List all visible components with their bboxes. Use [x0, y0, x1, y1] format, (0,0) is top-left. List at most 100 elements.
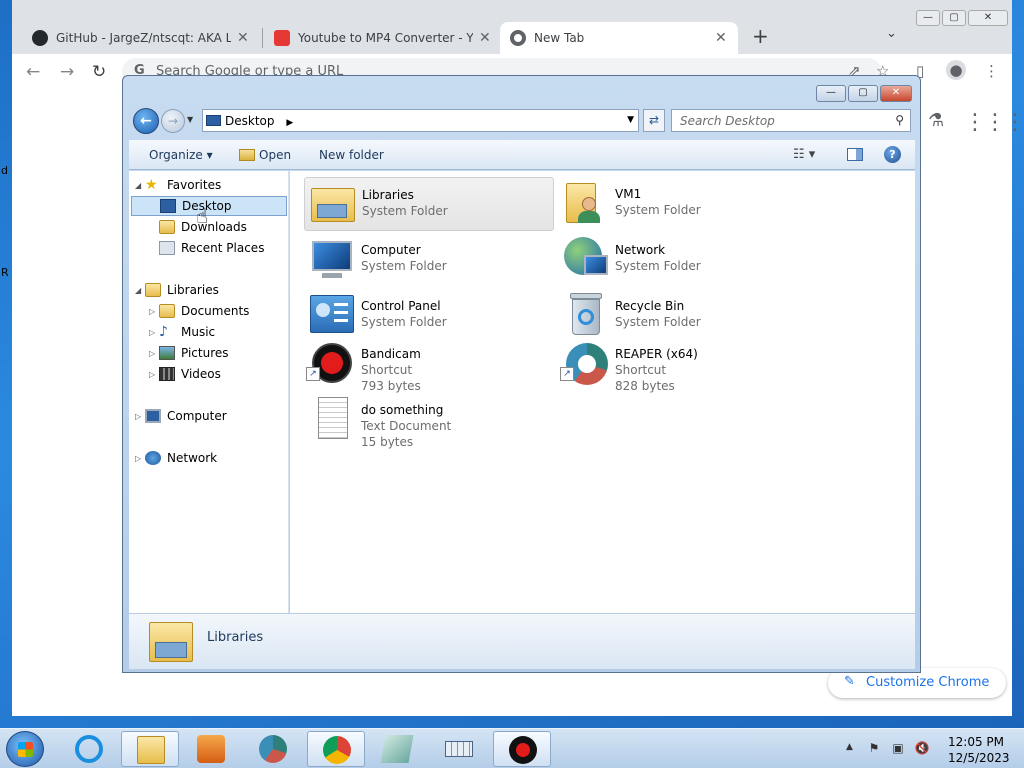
- file-type: Shortcut: [361, 363, 413, 377]
- organize-button[interactable]: Organize ▾: [149, 148, 213, 162]
- clock-time[interactable]: 12:05 PM: [948, 735, 1004, 749]
- nav-music[interactable]: ▷ ♪ Music: [149, 322, 215, 342]
- edge-fragment: d: [1, 164, 8, 177]
- new-tab-button[interactable]: +: [752, 24, 769, 48]
- new-folder-button[interactable]: New folder: [319, 148, 384, 162]
- back-button[interactable]: ←: [133, 108, 159, 134]
- expanded-arrow-icon[interactable]: ◢: [135, 181, 145, 190]
- maximize-button[interactable]: ▢: [848, 85, 878, 102]
- tab-y2mate[interactable]: Youtube to MP4 Converter - Y2m ✕: [264, 22, 501, 54]
- nav-videos[interactable]: ▷ Videos: [149, 364, 221, 384]
- nav-network[interactable]: ▷ Network: [135, 448, 217, 468]
- tab-github[interactable]: GitHub - JargeZ/ntscqt: AKA Line ✕: [22, 22, 259, 54]
- taskbar: ▲ ⚑ ▣ 🔇 12:05 PM 12/5/2023: [0, 728, 1024, 768]
- collapsed-arrow-icon[interactable]: ▷: [135, 454, 145, 463]
- collapsed-arrow-icon[interactable]: ▷: [135, 412, 145, 421]
- taskbar-internet-explorer[interactable]: [60, 731, 118, 767]
- nav-label: Documents: [181, 304, 250, 318]
- taskbar-notes-app[interactable]: [368, 731, 426, 767]
- file-item-libraries[interactable]: Libraries System Folder: [304, 177, 554, 231]
- pencil-icon: ✎: [844, 674, 855, 689]
- close-icon[interactable]: ✕: [237, 30, 249, 46]
- breadcrumb-arrow-icon[interactable]: ▶: [286, 118, 293, 128]
- file-type: System Folder: [361, 259, 447, 273]
- show-hidden-icons-arrow[interactable]: ▲: [846, 742, 853, 752]
- folder-icon: [137, 736, 165, 764]
- tab-title: GitHub - JargeZ/ntscqt: AKA Line: [56, 31, 231, 45]
- taskbar-bandicam[interactable]: [493, 731, 551, 767]
- search-icon: ⚲: [895, 113, 904, 127]
- open-button[interactable]: Open: [239, 148, 291, 162]
- help-icon[interactable]: ?: [884, 146, 901, 163]
- back-arrow-icon[interactable]: ←: [26, 62, 40, 82]
- tab-new-tab[interactable]: New Tab ✕: [500, 22, 738, 54]
- nav-computer[interactable]: ▷ Computer: [135, 406, 227, 426]
- forward-arrow-icon[interactable]: →: [60, 62, 74, 82]
- chrome-icon: [510, 30, 526, 46]
- user-folder-icon: [562, 179, 608, 225]
- action-center-flag-icon[interactable]: ⚑: [866, 741, 882, 757]
- taskbar-keyboard-app[interactable]: [430, 731, 488, 767]
- taskbar-reaper[interactable]: [244, 731, 302, 767]
- menu-kebab-icon[interactable]: ⋮: [984, 62, 999, 80]
- libraries-icon: [145, 283, 161, 297]
- clock-date[interactable]: 12/5/2023: [948, 751, 1010, 765]
- change-view-icon[interactable]: ☷ ▾: [793, 147, 815, 162]
- download-icon: [274, 30, 290, 46]
- tab-search-icon[interactable]: ⌄: [886, 26, 897, 41]
- collapsed-arrow-icon[interactable]: ▷: [149, 307, 159, 316]
- minimize-button[interactable]: —: [916, 10, 940, 26]
- address-dropdown-icon[interactable]: ▼: [627, 115, 634, 125]
- chrome-tab-strip: GitHub - JargeZ/ntscqt: AKA Line ✕ Youtu…: [12, 0, 1012, 54]
- file-item-control-panel[interactable]: Control Panel System Folder: [304, 289, 554, 343]
- file-item-recycle-bin[interactable]: Recycle Bin System Folder: [558, 289, 808, 343]
- nav-pictures[interactable]: ▷ Pictures: [149, 343, 229, 363]
- refresh-button[interactable]: ⇄: [643, 109, 665, 132]
- close-button[interactable]: ✕: [968, 10, 1008, 26]
- google-apps-icon[interactable]: ⋮⋮⋮: [964, 110, 1024, 135]
- taskbar-media-player[interactable]: [182, 731, 240, 767]
- nav-desktop[interactable]: Desktop: [131, 196, 287, 216]
- network-status-icon[interactable]: ▣: [890, 741, 906, 757]
- recent-pages-arrow-icon[interactable]: ▼: [187, 115, 193, 124]
- close-icon[interactable]: ✕: [715, 30, 727, 46]
- close-icon[interactable]: ✕: [479, 30, 491, 46]
- taskbar-chrome[interactable]: [307, 731, 365, 767]
- start-button[interactable]: [6, 731, 44, 767]
- file-size: 793 bytes: [361, 379, 421, 393]
- file-item-computer[interactable]: Computer System Folder: [304, 233, 554, 287]
- labs-flask-icon[interactable]: ⚗: [928, 110, 944, 131]
- file-item-reaper[interactable]: ↗ REAPER (x64) Shortcut 828 bytes: [558, 337, 808, 393]
- taskbar-file-explorer[interactable]: [121, 731, 179, 767]
- file-item-network[interactable]: Network System Folder: [558, 233, 808, 287]
- nav-documents[interactable]: ▷ Documents: [149, 301, 249, 321]
- expanded-arrow-icon[interactable]: ◢: [135, 286, 145, 295]
- close-button[interactable]: ✕: [880, 85, 912, 102]
- search-input[interactable]: Search Desktop ⚲: [671, 109, 911, 132]
- volume-muted-icon[interactable]: 🔇: [914, 741, 930, 757]
- file-item-bandicam[interactable]: ↗ Bandicam Shortcut 793 bytes: [304, 337, 554, 393]
- collapsed-arrow-icon[interactable]: ▷: [149, 349, 159, 358]
- nav-libraries[interactable]: ◢ Libraries: [135, 280, 219, 300]
- maximize-button[interactable]: ▢: [942, 10, 966, 26]
- reload-icon[interactable]: ↻: [92, 62, 106, 82]
- collapsed-arrow-icon[interactable]: ▷: [149, 328, 159, 337]
- command-bar: Organize ▾ Open New folder ☷ ▾ ?: [129, 140, 915, 170]
- internet-explorer-icon: [75, 735, 103, 763]
- chrome-icon: [323, 736, 351, 764]
- star-icon: ★: [145, 177, 158, 193]
- control-panel-icon: [308, 291, 354, 337]
- file-type: System Folder: [362, 204, 448, 218]
- collapsed-arrow-icon[interactable]: ▷: [149, 370, 159, 379]
- preview-pane-icon[interactable]: [847, 148, 863, 161]
- file-item-do-something[interactable]: do something Text Document 15 bytes: [304, 393, 554, 449]
- file-item-vm1[interactable]: VM1 System Folder: [558, 177, 808, 231]
- nav-recent-places[interactable]: Recent Places: [159, 238, 264, 258]
- profile-avatar-icon[interactable]: ●: [946, 60, 966, 80]
- nav-favorites[interactable]: ◢ ★ Favorites: [135, 175, 221, 195]
- explorer-window: — ▢ ✕ ← → ▼ Desktop ▶ ▼ ⇄ Search Desktop…: [122, 75, 921, 673]
- address-bar[interactable]: Desktop ▶ ▼: [202, 109, 639, 132]
- tab-title: New Tab: [534, 31, 585, 45]
- forward-button[interactable]: →: [161, 109, 185, 133]
- minimize-button[interactable]: —: [816, 85, 846, 102]
